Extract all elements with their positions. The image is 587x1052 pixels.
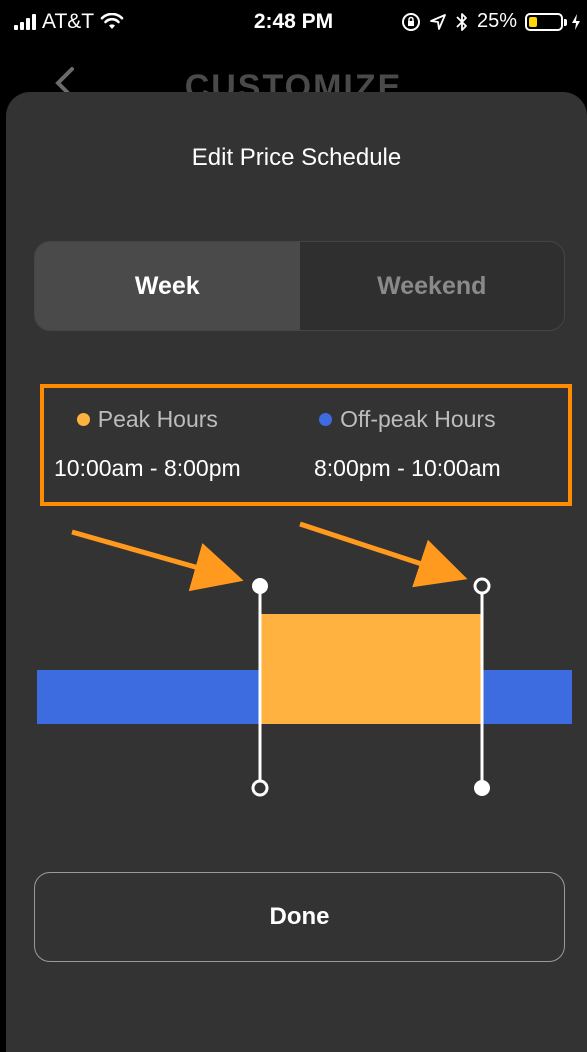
tab-week[interactable]: Week	[35, 242, 300, 330]
handle-top-ring-icon[interactable]	[473, 577, 491, 595]
battery-level	[529, 16, 537, 27]
annotation-arrow-icon	[71, 529, 244, 592]
schedule-timeline	[37, 521, 572, 797]
peak-bar	[260, 614, 482, 724]
legend-peak: Peak Hours 10:00am - 8:00pm	[54, 406, 241, 482]
handle-bottom-ring-icon[interactable]	[251, 779, 269, 797]
tab-weekend[interactable]: Weekend	[300, 242, 565, 330]
offpeak-range: 8:00pm - 10:00am	[314, 455, 501, 481]
battery-percent: 25%	[476, 10, 517, 32]
legend-offpeak: Off-peak Hours 8:00pm - 10:00am	[314, 406, 501, 482]
status-bar: AT&T 2:48 PM 25%	[0, 0, 587, 44]
offpeak-label: Off-peak Hours	[340, 406, 496, 432]
day-type-segmented-control: Week Weekend	[34, 241, 565, 331]
done-button[interactable]: Done	[34, 872, 565, 962]
battery-icon	[525, 12, 567, 31]
peak-range: 10:00am - 8:00pm	[54, 455, 241, 481]
offpeak-dot-icon	[319, 413, 333, 426]
charging-icon	[572, 13, 580, 30]
bluetooth-icon	[456, 12, 467, 31]
peak-label: Peak Hours	[97, 406, 218, 432]
legend-highlight-box: Peak Hours 10:00am - 8:00pm Off-peak Hou…	[40, 384, 572, 506]
status-right: 25%	[401, 10, 581, 33]
peak-dot-icon	[76, 413, 90, 426]
location-icon	[430, 13, 446, 30]
annotation-arrow-icon	[299, 521, 468, 588]
orientation-lock-icon	[401, 12, 420, 31]
handle-top-dot-icon[interactable]	[252, 578, 268, 594]
handle-bottom-dot-icon[interactable]	[474, 780, 490, 796]
edit-price-schedule-sheet: Edit Price Schedule Week Weekend Peak Ho…	[6, 92, 587, 1052]
sheet-title: Edit Price Schedule	[191, 144, 402, 171]
